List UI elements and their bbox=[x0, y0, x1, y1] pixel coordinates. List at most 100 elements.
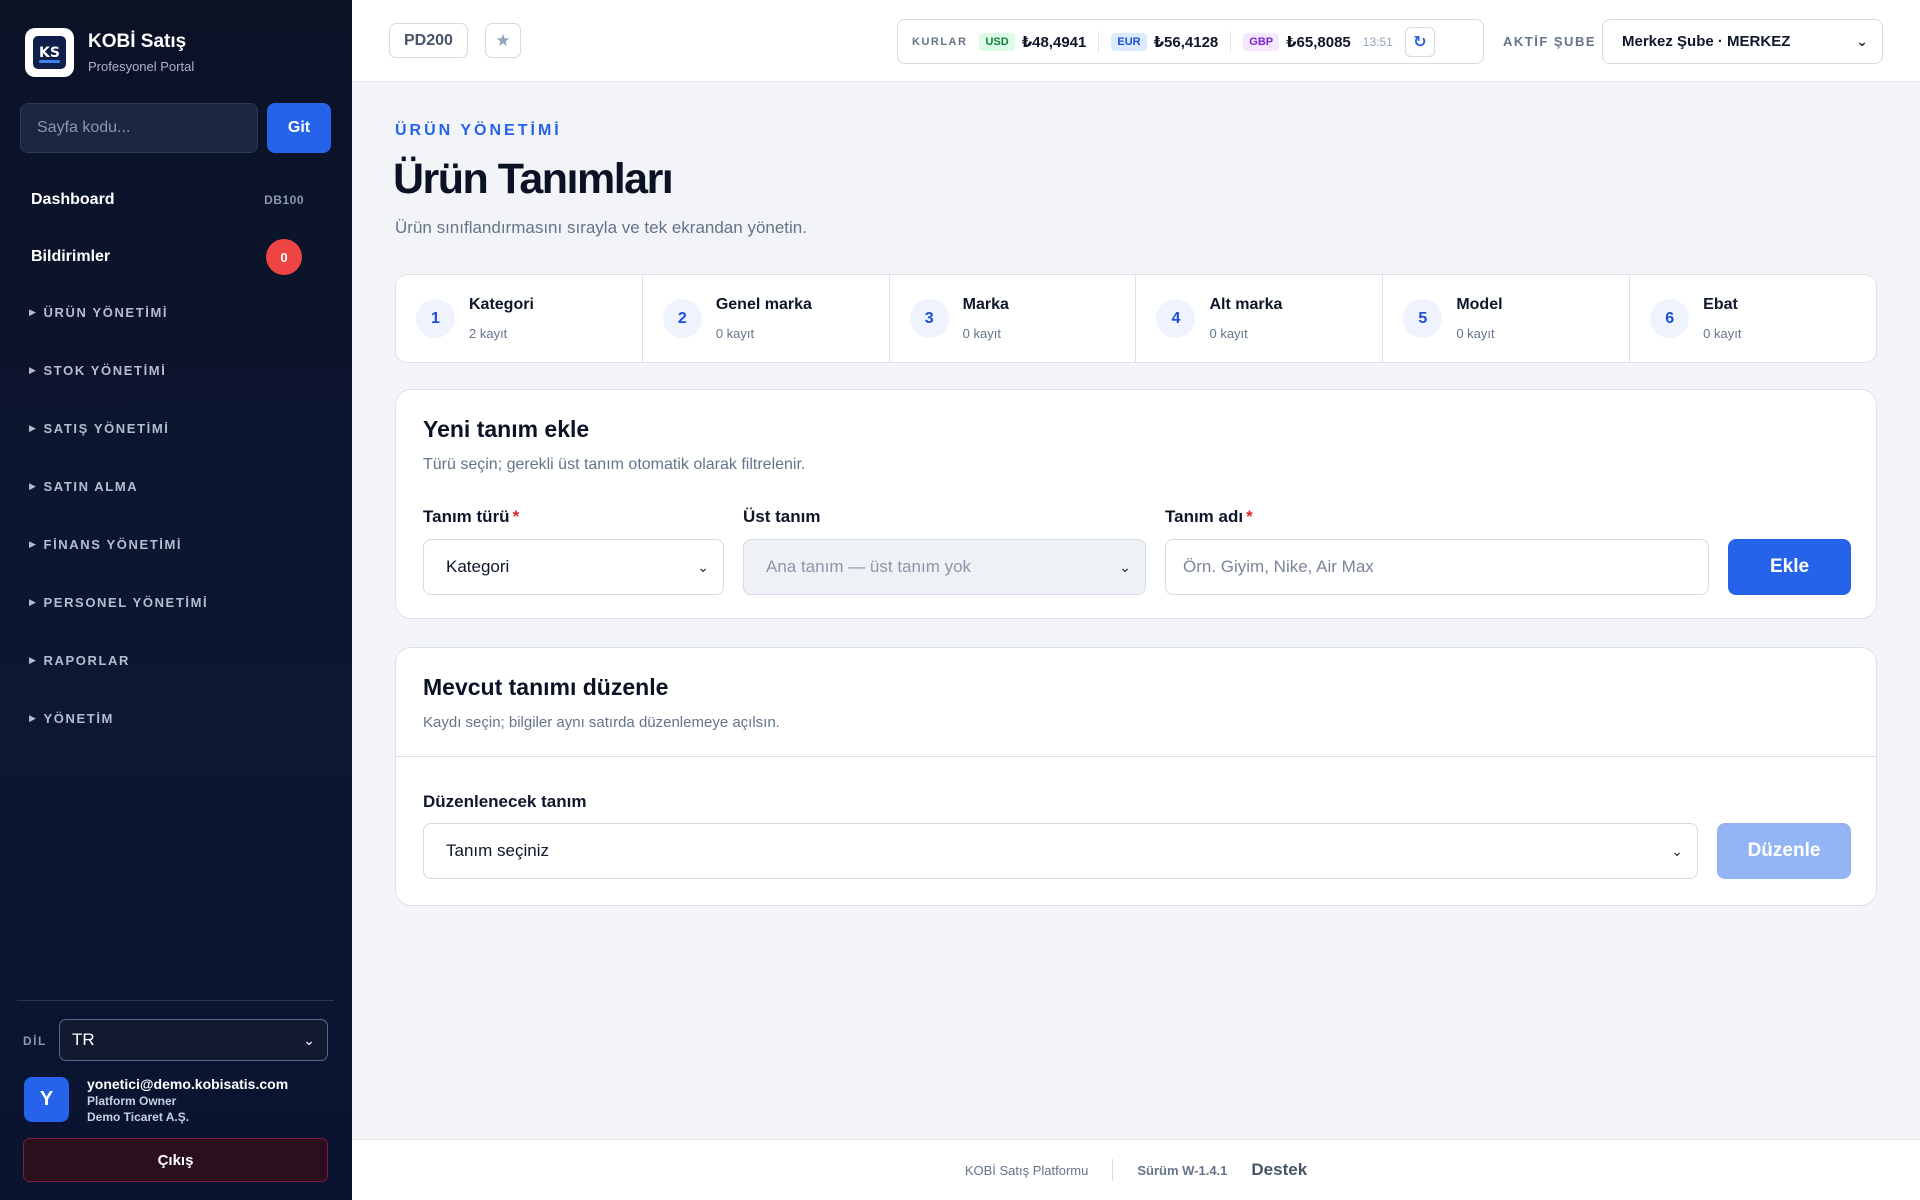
logo-stripe bbox=[39, 60, 60, 63]
nav-section-yonetim[interactable]: ▶ YÖNETİM bbox=[29, 711, 114, 726]
step-ebat[interactable]: 6 Ebat 0 kayıt bbox=[1630, 275, 1876, 362]
refresh-rates-button[interactable]: ↻ bbox=[1404, 26, 1435, 57]
type-select[interactable]: Kategori ⌄ bbox=[423, 539, 724, 595]
step-number: 4 bbox=[1156, 299, 1196, 338]
rate-divider bbox=[1098, 30, 1100, 53]
language-select[interactable]: TR ⌄ bbox=[59, 1019, 328, 1061]
edit-card-title: Mevcut tanımı düzenle bbox=[423, 674, 669, 700]
chevron-down-icon: ⌄ bbox=[697, 558, 709, 575]
step-text: Ebat 0 kayıt bbox=[1703, 296, 1741, 341]
support-link[interactable]: Destek bbox=[1251, 1160, 1307, 1180]
page-title: Ürün Tanımları bbox=[393, 155, 674, 203]
step-title: Ebat bbox=[1703, 296, 1738, 313]
caret-right-icon: ▶ bbox=[29, 423, 38, 433]
step-title: Marka bbox=[962, 296, 1009, 313]
nav-dashboard-code: DB100 bbox=[264, 193, 304, 207]
brand-subtitle: Profesyonel Portal bbox=[88, 59, 195, 74]
step-count: 0 kayıt bbox=[1456, 326, 1495, 341]
nav-section-label: ÜRÜN YÖNETİMİ bbox=[43, 305, 169, 320]
nav-notifications[interactable]: Bildirimler 0 bbox=[31, 238, 302, 276]
exchange-rates: KURLAR USD ₺48,4941 EUR ₺56,4128 GBP ₺65… bbox=[897, 19, 1484, 64]
nav-section-label: YÖNETİM bbox=[43, 711, 114, 726]
page-description: Ürün sınıflandırmasını sırayla ve tek ek… bbox=[395, 218, 807, 237]
nav-section-label: RAPORLAR bbox=[43, 653, 130, 668]
nav-section-satin-alma[interactable]: ▶ SATIN ALMA bbox=[29, 479, 138, 494]
step-marka[interactable]: 3 Marka 0 kayıt bbox=[890, 275, 1137, 362]
logo-text: KS bbox=[39, 44, 60, 61]
nav-section-finans-yonetimi[interactable]: ▶ FİNANS YÖNETİMİ bbox=[29, 537, 182, 552]
chevron-down-icon: ⌄ bbox=[1856, 33, 1868, 49]
user-email: yonetici@demo.kobisatis.com bbox=[87, 1076, 289, 1092]
edit-card-subtitle: Kaydı seçin; bilgiler aynı satırda düzen… bbox=[423, 714, 780, 731]
nav-dashboard[interactable]: Dashboard DB100 bbox=[31, 188, 304, 212]
edit-definition-card: Mevcut tanımı düzenle Kaydı seçin; bilgi… bbox=[395, 647, 1877, 906]
step-text: Marka 0 kayıt bbox=[963, 296, 1009, 341]
type-select-value: Kategori bbox=[446, 557, 510, 576]
step-title: Kategori bbox=[469, 296, 534, 313]
logout-button[interactable]: Çıkış bbox=[23, 1138, 328, 1182]
eur-tag: EUR bbox=[1111, 32, 1147, 51]
type-label: Tanım türü * bbox=[423, 507, 519, 527]
definition-name-input[interactable] bbox=[1165, 539, 1709, 595]
step-number: 2 bbox=[662, 299, 702, 338]
go-button[interactable]: Git bbox=[267, 103, 331, 153]
brand-text: KOBİ Satış Profesyonel Portal bbox=[88, 31, 194, 74]
step-alt-marka[interactable]: 4 Alt marka 0 kayıt bbox=[1136, 275, 1384, 362]
language-label: DİL bbox=[23, 1034, 47, 1048]
topbar: PD200 ★ KURLAR USD ₺48,4941 EUR ₺56,4128… bbox=[352, 0, 1920, 82]
step-count: 0 kayıt bbox=[962, 326, 1001, 341]
step-number: 5 bbox=[1403, 299, 1443, 338]
rate-divider bbox=[1230, 30, 1232, 53]
footer: KOBİ Satış Platformu Sürüm W-1.4.1 Deste… bbox=[352, 1139, 1920, 1200]
breadcrumb: ÜRÜN YÖNETİMİ bbox=[395, 122, 562, 139]
step-title: Model bbox=[1456, 296, 1503, 313]
star-icon: ★ bbox=[495, 30, 511, 50]
user-company: Demo Ticaret A.Ş. bbox=[87, 1110, 190, 1124]
type-label-text: Tanım türü bbox=[423, 507, 510, 526]
step-number: 3 bbox=[909, 299, 949, 338]
step-kategori[interactable]: 1 Kategori 2 kayıt bbox=[396, 275, 643, 362]
step-genel-marka[interactable]: 2 Genel marka 0 kayıt bbox=[643, 275, 890, 362]
nav-section-label: PERSONEL YÖNETİMİ bbox=[43, 595, 209, 610]
edit-definition-select[interactable]: Tanım seçiniz ⌄ bbox=[423, 823, 1698, 879]
brand[interactable]: KS KOBİ Satış Profesyonel Portal bbox=[25, 28, 194, 77]
footer-divider bbox=[1112, 1159, 1114, 1181]
branch-value: Merkez Şube · MERKEZ bbox=[1622, 33, 1791, 50]
parent-select[interactable]: Ana tanım — üst tanım yok ⌄ bbox=[743, 539, 1146, 595]
parent-select-value: Ana tanım — üst tanım yok bbox=[766, 557, 972, 576]
edit-button[interactable]: Düzenle bbox=[1717, 823, 1851, 879]
required-mark: * bbox=[1246, 507, 1253, 526]
brand-name: KOBİ Satış bbox=[88, 31, 187, 52]
avatar: Y bbox=[24, 1077, 69, 1122]
footer-platform: KOBİ Satış Platformu bbox=[964, 1162, 1089, 1178]
step-model[interactable]: 5 Model 0 kayıt bbox=[1383, 275, 1631, 362]
branch-label: AKTİF ŞUBE bbox=[1503, 34, 1596, 49]
refresh-icon: ↻ bbox=[1413, 33, 1427, 51]
nav-dashboard-label: Dashboard bbox=[31, 191, 115, 208]
chevron-down-icon: ⌄ bbox=[1671, 842, 1683, 859]
required-mark: * bbox=[512, 507, 520, 526]
add-card-title: Yeni tanım ekle bbox=[423, 416, 590, 442]
eur-value: ₺56,4128 bbox=[1153, 33, 1219, 51]
caret-right-icon: ▶ bbox=[29, 307, 38, 317]
caret-right-icon: ▶ bbox=[29, 597, 38, 607]
nav-section-satis-yonetimi[interactable]: ▶ SATIŞ YÖNETİMİ bbox=[29, 421, 169, 436]
nav-section-raporlar[interactable]: ▶ RAPORLAR bbox=[29, 653, 130, 668]
nav-section-label: SATIN ALMA bbox=[43, 479, 139, 494]
nav-section-stok-yonetimi[interactable]: ▶ STOK YÖNETİMİ bbox=[29, 363, 166, 378]
favorite-button[interactable]: ★ bbox=[485, 23, 521, 58]
caret-right-icon: ▶ bbox=[29, 481, 38, 491]
page-code-badge: PD200 bbox=[389, 23, 468, 58]
branch-select[interactable]: Merkez Şube · MERKEZ ⌄ bbox=[1602, 19, 1883, 64]
card-divider bbox=[396, 756, 1876, 757]
usd-value: ₺48,4941 bbox=[1021, 33, 1087, 51]
nav-section-personel-yonetimi[interactable]: ▶ PERSONEL YÖNETİMİ bbox=[29, 595, 208, 610]
page-code-input[interactable] bbox=[20, 103, 258, 153]
add-card-subtitle: Türü seçin; gerekli üst tanım otomatik o… bbox=[423, 456, 806, 473]
step-text: Kategori 2 kayıt bbox=[469, 296, 534, 341]
nav-section-urun-yonetimi[interactable]: ▶ ÜRÜN YÖNETİMİ bbox=[29, 305, 168, 320]
add-button[interactable]: Ekle bbox=[1728, 539, 1851, 595]
step-text: Alt marka 0 kayıt bbox=[1209, 296, 1282, 341]
logo-mark: KS bbox=[33, 36, 66, 69]
name-label: Tanım adı * bbox=[1165, 507, 1253, 527]
